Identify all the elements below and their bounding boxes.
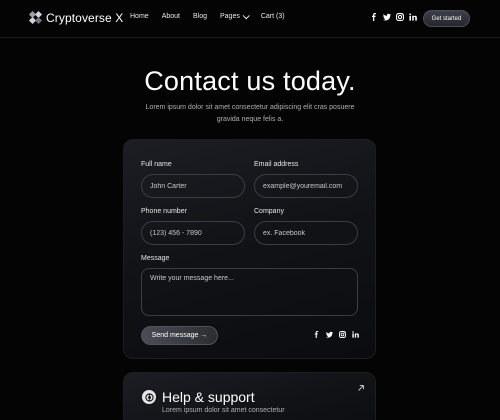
email-label: Email address: [254, 161, 299, 168]
company-field[interactable]: [254, 221, 358, 245]
nav-item-pages-label: Pages: [220, 13, 240, 20]
brand-logo[interactable]: Cryptoverse X: [28, 10, 124, 25]
send-message-button[interactable]: Send message →: [141, 326, 218, 345]
help-support-title: Help & support: [162, 389, 255, 405]
instagram-icon[interactable]: [339, 331, 346, 338]
nav-item-cart[interactable]: Cart (3): [261, 13, 285, 20]
nav-item-blog[interactable]: Blog: [193, 13, 207, 20]
help-support-text: Lorem ipsum dolor sit amet consectetur: [162, 407, 285, 414]
linkedin-icon[interactable]: [352, 331, 359, 338]
message-field[interactable]: [141, 268, 358, 316]
twitter-icon[interactable]: [383, 13, 391, 21]
twitter-icon[interactable]: [326, 331, 333, 338]
nav-item-about[interactable]: About: [162, 13, 180, 20]
page-title: Contact us today.: [144, 66, 356, 96]
linkedin-icon[interactable]: [409, 13, 417, 21]
main-nav: Home About Blog Pages Cart (3): [130, 12, 298, 20]
logo-icon: [28, 10, 43, 25]
nav-item-home[interactable]: Home: [130, 13, 149, 20]
message-label: Message: [141, 255, 170, 262]
instagram-icon[interactable]: [396, 13, 404, 21]
full-name-field[interactable]: [141, 174, 245, 198]
contact-page: Cryptoverse X Home About Blog Pages Cart…: [0, 0, 500, 420]
phone-field[interactable]: [141, 221, 245, 245]
phone-label: Phone number: [141, 208, 187, 215]
chevron-down-icon: [242, 12, 250, 20]
page-subtitle: Lorem ipsum dolor sit amet consectetur a…: [145, 104, 355, 123]
full-name-label: Full name: [141, 161, 172, 168]
get-started-button[interactable]: Get started: [423, 10, 470, 27]
lifebuoy-icon: [142, 390, 156, 404]
email-field[interactable]: [254, 174, 358, 198]
form-social-links: [313, 331, 365, 338]
facebook-icon[interactable]: [370, 13, 378, 21]
facebook-icon[interactable]: [313, 331, 320, 338]
arrow-up-right-icon[interactable]: [357, 379, 365, 391]
site-header: Cryptoverse X Home About Blog Pages Cart…: [0, 0, 500, 38]
nav-item-pages[interactable]: Pages: [220, 12, 250, 20]
brand-name: Cryptoverse X: [46, 11, 124, 25]
header-social-links: [370, 13, 422, 21]
company-label: Company: [254, 208, 284, 215]
